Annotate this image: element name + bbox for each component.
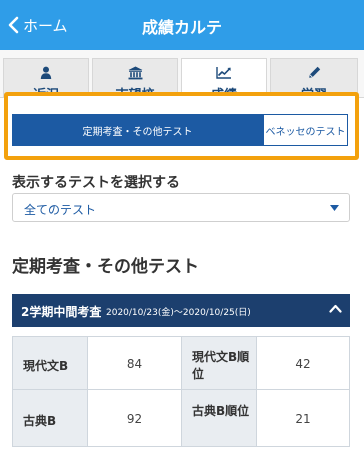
page-title: 成績カルテ bbox=[141, 18, 222, 37]
top-bar: ホーム 成績カルテ bbox=[0, 0, 364, 50]
pencil-icon bbox=[308, 66, 320, 78]
exam-name: 2学期中間考査 bbox=[21, 305, 102, 319]
segment-benesse-tests[interactable]: ベネッセのテスト bbox=[263, 114, 348, 146]
chevron-up-icon bbox=[329, 304, 342, 313]
line-chart-icon bbox=[216, 67, 231, 79]
exam-dates: 2020/10/23(金)〜2020/10/25(日) bbox=[106, 308, 251, 318]
subject-cell: 現代文B bbox=[12, 336, 88, 390]
subject-cell: 古典B bbox=[12, 389, 88, 447]
table-row: 古典B 92 古典B順位 21 bbox=[12, 389, 350, 447]
rank-label: 古典B順位 bbox=[192, 404, 250, 418]
select-value: 全てのテスト bbox=[24, 203, 97, 217]
rank-value: 21 bbox=[295, 412, 311, 426]
tab-bar: 近況 志望校 成績 bbox=[0, 50, 364, 103]
rank-cell: 42 bbox=[256, 336, 350, 390]
rank-label: 現代文B順位 bbox=[192, 350, 250, 381]
caret-down-icon bbox=[330, 205, 339, 211]
section-title: 定期考査・その他テスト bbox=[12, 257, 199, 277]
subject-name: 現代文B bbox=[23, 359, 69, 373]
rank-label-cell: 現代文B順位 bbox=[181, 336, 257, 390]
select-heading: 表示するテストを選択する bbox=[12, 175, 180, 191]
person-icon bbox=[40, 66, 52, 79]
score-cell: 84 bbox=[87, 336, 182, 390]
rank-value: 42 bbox=[295, 357, 311, 371]
score-cell: 92 bbox=[87, 389, 182, 447]
score-value: 92 bbox=[126, 412, 143, 426]
score-value: 84 bbox=[126, 357, 143, 371]
table-row: 現代文B 84 現代文B順位 42 bbox=[12, 336, 350, 390]
segment-regular-tests[interactable]: 定期考査・その他テスト bbox=[12, 114, 263, 146]
subject-name: 古典B bbox=[23, 414, 57, 428]
rank-label-cell: 古典B順位 bbox=[181, 389, 257, 447]
exam-accordion-header[interactable]: 2学期中間考査 2020/10/23(金)〜2020/10/25(日) bbox=[12, 294, 350, 327]
rank-cell: 21 bbox=[256, 389, 350, 447]
school-building-icon bbox=[128, 66, 142, 80]
test-select[interactable]: 全てのテスト bbox=[12, 193, 350, 222]
test-type-segmented-control: 定期考査・その他テスト ベネッセのテスト bbox=[12, 114, 348, 146]
